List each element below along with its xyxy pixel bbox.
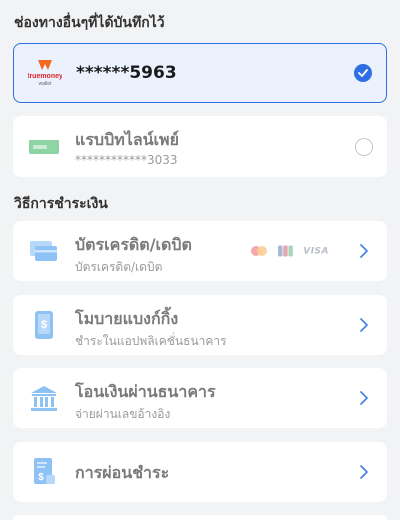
installment-icon: $	[27, 457, 61, 487]
installment-title: การผ่อนชำระ	[75, 463, 170, 482]
credit-card-sub: บัตรเครดิต/เดบิต	[75, 260, 163, 274]
svg-text:$: $	[41, 319, 47, 331]
mobile-banking-sub: ชำระในแอปพลิเคชั่นธนาคาร	[75, 334, 227, 348]
rabbit-line-pay-label: แรบบิทไลน์เพย์	[75, 130, 179, 149]
rabbit-line-pay-logo-icon	[27, 132, 61, 162]
radio-button[interactable]	[355, 137, 373, 156]
saved-method-truemoney[interactable]: truemoney wallet ******5963	[13, 43, 387, 103]
visa-icon: VISA	[303, 246, 329, 256]
selected-check-icon[interactable]	[354, 64, 372, 82]
credit-card-title: บัตรเครดิต/เดบิต	[75, 235, 192, 254]
bank-transfer-title: โอนเงินผ่านธนาคาร	[75, 382, 216, 401]
method-next-partial[interactable]	[13, 515, 387, 520]
method-credit-debit-card[interactable]: บัตรเครดิต/เดบิต บัตรเครดิต/เดบิต VISA	[13, 221, 387, 281]
method-bank-transfer[interactable]: โอนเงินผ่านธนาคาร จ่ายผ่านเลขอ้างอิง	[13, 368, 387, 428]
truemoney-logo-icon: truemoney wallet	[28, 58, 62, 88]
saved-methods-heading: ช่องทางอื่นๆที่ได้บันทึกไว้	[14, 15, 165, 31]
credit-card-icon	[27, 236, 61, 266]
mobile-banking-title: โมบายแบงก์กิ้ง	[75, 309, 179, 328]
mobile-banking-icon: $	[27, 310, 61, 340]
truemoney-logo-text: truemoney	[28, 73, 62, 80]
chevron-right-icon	[360, 391, 368, 405]
method-mobile-banking[interactable]: $ โมบายแบงก์กิ้ง ชำระในแอปพลิเคชั่นธนาคา…	[13, 295, 387, 355]
chevron-right-icon	[360, 318, 368, 332]
truemoney-label: ******5963	[76, 63, 177, 83]
rabbit-line-pay-number: ************3033	[75, 153, 178, 167]
bank-icon	[27, 383, 61, 413]
svg-text:$: $	[38, 472, 44, 483]
chevron-right-icon	[360, 244, 368, 258]
payment-methods-heading: วิธีการชำระเงิน	[14, 196, 108, 212]
chevron-right-icon	[360, 465, 368, 479]
jcb-icon	[278, 245, 294, 257]
method-installment[interactable]: $ การผ่อนชำระ	[13, 442, 387, 502]
mastercard-icon	[251, 246, 268, 256]
bank-transfer-sub: จ่ายผ่านเลขอ้างอิง	[75, 407, 171, 421]
truemoney-logo-sub: wallet	[39, 81, 52, 87]
saved-method-rabbit-line-pay[interactable]: แรบบิทไลน์เพย์ ************3033	[13, 116, 387, 177]
card-brands: VISA	[250, 245, 329, 257]
